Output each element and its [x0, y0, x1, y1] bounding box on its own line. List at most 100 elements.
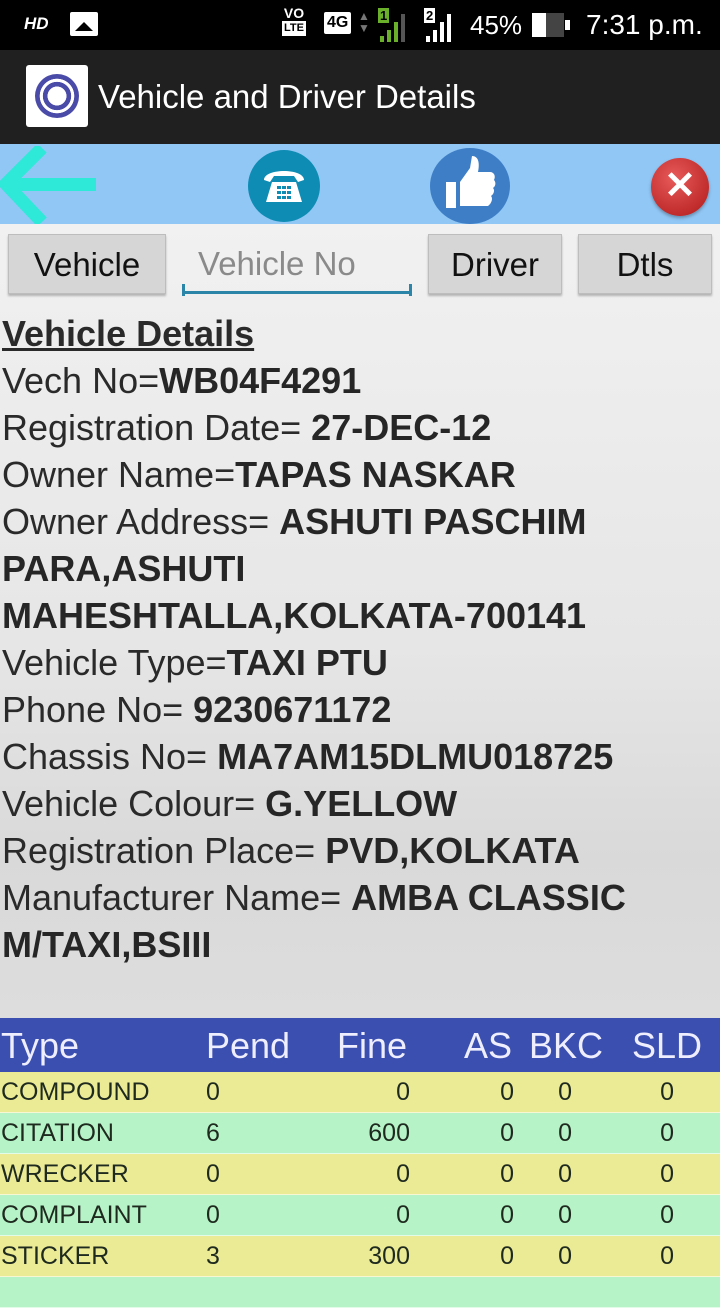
detail-value: MA7AM15DLMU018725	[217, 736, 614, 777]
header-as: AS	[464, 1025, 513, 1066]
cell-bkc: 0	[558, 1242, 572, 1270]
detail-label: Registration Date=	[2, 407, 312, 448]
cell-as: 0	[500, 1201, 514, 1229]
police-emblem-icon	[35, 74, 79, 118]
detail-value: WB04F4291	[159, 360, 362, 401]
arrow-left-icon	[0, 143, 96, 227]
input-underline-edge	[182, 284, 185, 296]
detail-value: 27-DEC-12	[311, 407, 492, 448]
detail-label: Phone No=	[2, 689, 194, 730]
app-logo	[26, 65, 88, 127]
sim2-label: 2	[424, 8, 436, 23]
clock: 7:31 p.m.	[586, 9, 703, 40]
signal-bar	[380, 36, 384, 42]
section-heading: Vehicle Details	[2, 313, 255, 354]
action-toolbar: ✕	[0, 143, 720, 227]
detail-label: Vech No=	[2, 360, 160, 401]
cell-sld: 0	[660, 1201, 674, 1229]
cell-as: 0	[500, 1160, 514, 1188]
cell-bkc: 0	[558, 1201, 572, 1229]
detail-label: Vehicle Colour=	[2, 783, 266, 824]
header-pend: Pend	[206, 1025, 291, 1066]
cell-pend: 3	[206, 1242, 220, 1270]
cell-fine: 0	[396, 1078, 410, 1106]
table-row-partial	[0, 1277, 720, 1308]
cell-type: STICKER	[1, 1242, 110, 1270]
cell-fine: 0	[396, 1201, 410, 1229]
cell-as: 0	[500, 1242, 514, 1270]
signal-bar	[394, 22, 398, 42]
cell-as: 0	[500, 1078, 514, 1106]
battery-icon	[532, 13, 570, 37]
header-bkc: BKC	[529, 1025, 604, 1066]
volte-icon: VO LTE	[282, 6, 306, 36]
back-button[interactable]	[0, 143, 100, 227]
detail-label: Manufacturer Name=	[2, 877, 352, 918]
network-type-icon: 4G	[324, 12, 352, 34]
table-row: STICKER 3 300 0 0 0	[0, 1236, 720, 1277]
signal-bar	[401, 14, 405, 42]
cell-type: COMPOUND	[1, 1078, 150, 1106]
detail-owner-address: Owner Address= ASHUTI PASCHIM PARA,ASHUT…	[2, 498, 718, 639]
cell-pend: 0	[206, 1160, 220, 1188]
cell-sld: 0	[660, 1242, 674, 1270]
cell-pend: 0	[206, 1201, 220, 1229]
cell-as: 0	[500, 1119, 514, 1147]
vehicle-button[interactable]: Vehicle	[8, 234, 166, 294]
hd-indicator: HD	[24, 14, 49, 33]
driver-button[interactable]: Driver	[428, 234, 562, 294]
close-button[interactable]: ✕	[651, 158, 709, 216]
sim1-label: 1	[378, 8, 390, 23]
page-title: Vehicle and Driver Details	[98, 78, 476, 115]
call-button[interactable]	[248, 150, 320, 222]
vehicle-no-input[interactable]	[182, 236, 412, 294]
telephone-icon	[264, 171, 304, 202]
battery-percent: 45%	[470, 10, 523, 40]
table-row: WRECKER 0 0 0 0 0	[0, 1154, 720, 1195]
cell-bkc: 0	[558, 1078, 572, 1106]
table-row: COMPLAINT 0 0 0 0 0	[0, 1195, 720, 1236]
detail-manufacturer-name: Manufacturer Name= AMBA CLASSIC M/TAXI,B…	[2, 874, 718, 968]
cell-bkc: 0	[558, 1160, 572, 1188]
offences-table: Type Pend Fine AS BKC SLD COMPOUND 0 0 0…	[0, 1018, 720, 1308]
detail-value: TAXI PTU	[226, 642, 388, 683]
table-row: COMPOUND 0 0 0 0 0	[0, 1072, 720, 1113]
details-button[interactable]: Dtls	[578, 234, 712, 294]
content-area: Vehicle Driver Dtls Vehicle Details Vech…	[0, 224, 720, 1308]
detail-registration-date: Registration Date= 27-DEC-12	[2, 404, 718, 451]
volte-label: VO	[283, 5, 305, 21]
signal-bar	[433, 30, 437, 42]
sim1-signal-icon: 1	[378, 8, 412, 42]
detail-vehicle-colour: Vehicle Colour= G.YELLOW	[2, 780, 718, 827]
cell-fine: 0	[396, 1160, 410, 1188]
data-activity-icon: ▲ ▼	[358, 9, 370, 35]
header-sld: SLD	[632, 1025, 703, 1066]
cell-type: CITATION	[1, 1119, 114, 1147]
cell-sld: 0	[660, 1160, 674, 1188]
input-underline-edge	[409, 284, 412, 296]
gallery-icon	[70, 12, 98, 36]
signal-bar	[447, 14, 451, 42]
table-header: Type Pend Fine AS BKC SLD	[0, 1018, 720, 1072]
cell-fine: 300	[368, 1242, 410, 1270]
detail-label: Owner Address=	[2, 501, 280, 542]
sim2-signal-icon: 2	[424, 8, 460, 42]
detail-vech-no: Vech No=WB04F4291	[2, 357, 718, 404]
app-bar: Vehicle and Driver Details	[0, 50, 720, 144]
cell-type: COMPLAINT	[1, 1201, 147, 1229]
detail-registration-place: Registration Place= PVD,KOLKATA	[2, 827, 718, 874]
like-button[interactable]	[430, 148, 510, 224]
battery-fill	[546, 13, 564, 37]
header-type: Type	[1, 1025, 80, 1066]
cell-sld: 0	[660, 1078, 674, 1106]
detail-owner-name: Owner Name=TAPAS NASKAR	[2, 451, 718, 498]
cell-type: WRECKER	[1, 1160, 129, 1188]
detail-vehicle-type: Vehicle Type=TAXI PTU	[2, 639, 718, 686]
signal-bar	[426, 36, 430, 42]
detail-label: Owner Name=	[2, 454, 236, 495]
status-bar: HD VO LTE 4G ▲ ▼ 1 2 45% 7:31 p.m.	[0, 0, 720, 50]
detail-label: Chassis No=	[2, 736, 218, 777]
detail-chassis-no: Chassis No= MA7AM15DLMU018725	[2, 733, 718, 780]
detail-value: 9230671172	[193, 689, 392, 730]
cell-pend: 0	[206, 1078, 220, 1106]
